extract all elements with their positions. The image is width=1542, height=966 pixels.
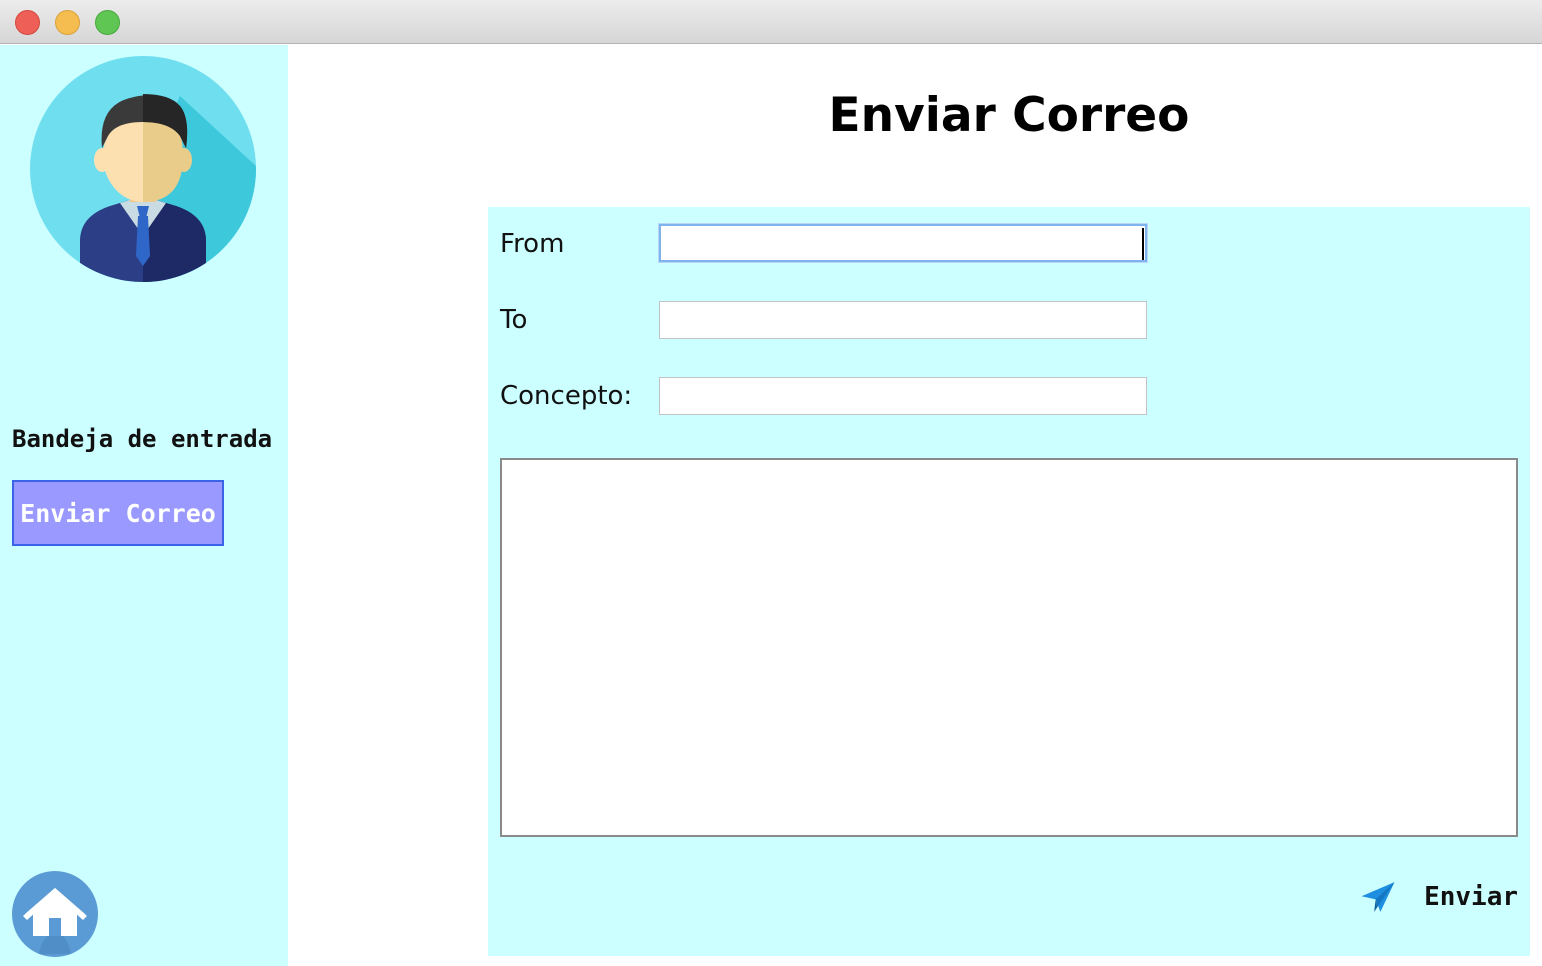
- subject-field[interactable]: [659, 377, 1147, 415]
- home-icon[interactable]: [11, 870, 99, 958]
- paper-plane-icon: [1361, 882, 1395, 912]
- maximize-window-button[interactable]: [95, 10, 120, 35]
- compose-form: From To Concepto: Enviar: [488, 207, 1530, 956]
- minimize-window-button[interactable]: [55, 10, 80, 35]
- close-window-button[interactable]: [15, 10, 40, 35]
- to-field[interactable]: [659, 301, 1147, 339]
- page-title: Enviar Correo: [828, 88, 1190, 143]
- send-mail-nav-button[interactable]: Enviar Correo: [12, 480, 224, 546]
- title-bar: [0, 0, 1542, 44]
- send-button[interactable]: Enviar: [1358, 867, 1518, 927]
- subject-label: Concepto:: [500, 381, 633, 411]
- from-label: From: [500, 229, 565, 259]
- sidebar: Bandeja de entrada Enviar Correo: [0, 45, 288, 966]
- app-window: Bandeja de entrada Enviar Correo Enviar …: [0, 0, 1542, 966]
- message-body-field[interactable]: [500, 458, 1518, 837]
- from-field[interactable]: [659, 224, 1147, 262]
- user-avatar-icon: [30, 56, 256, 282]
- to-label: To: [500, 305, 528, 335]
- send-button-label: Enviar: [1424, 882, 1518, 912]
- inbox-link[interactable]: Bandeja de entrada: [12, 425, 272, 453]
- text-caret: [1142, 228, 1144, 260]
